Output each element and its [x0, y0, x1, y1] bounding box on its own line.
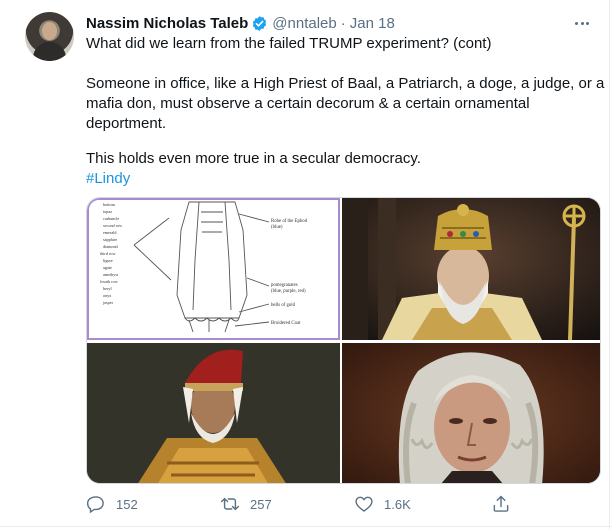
diagram-list-item: onyx [103, 293, 112, 298]
share-button[interactable] [491, 492, 521, 516]
author-handle[interactable]: @nntaleb [272, 15, 336, 32]
tweet-text-line: This holds even more true in a secular d… [86, 150, 421, 167]
diagram-list-item: topaz [103, 209, 112, 214]
tweet-date[interactable]: Jan 18 [350, 15, 395, 32]
diagram-label-ephod-note: (blue) [271, 225, 283, 230]
divider [609, 0, 610, 529]
diagram-list-item: emerald [103, 230, 117, 235]
diagram-list-item: agate [103, 265, 112, 270]
tweet-actions: 152 257 1.6K [86, 492, 601, 516]
like-count: 1.6K [384, 496, 411, 512]
like-button[interactable]: 1.6K [354, 492, 411, 516]
reply-count: 152 [116, 496, 138, 512]
tweet-header: Nassim Nicholas Taleb @nntaleb · Jan 18 [86, 12, 395, 34]
share-icon [493, 495, 509, 512]
doge-portrait-photo[interactable] [87, 343, 340, 483]
diagram-list-item: amethyst [103, 272, 119, 277]
diagram-list-item: carbuncle [103, 216, 119, 221]
diagram-list-item: jasper [102, 300, 114, 305]
tweet-text-line: deportment. [86, 115, 167, 132]
diagram-list-item: second row [103, 223, 122, 228]
retweet-count: 257 [250, 496, 272, 512]
verified-badge-icon [253, 15, 267, 31]
patriarch-photo[interactable] [342, 198, 600, 340]
diagram-list-item: sapphire [103, 237, 117, 242]
media-grid: bottom topaz carbuncle second row emeral… [86, 197, 601, 484]
retweet-icon [220, 497, 240, 511]
diagram-label-ephod: Robe of the Ephod [271, 219, 308, 224]
judge-portrait-photo[interactable] [342, 343, 600, 483]
avatar[interactable] [25, 12, 74, 61]
author-name[interactable]: Nassim Nicholas Taleb [86, 15, 248, 32]
tweet-text-line: Someone in office, like a High Priest of… [86, 75, 605, 92]
separator-dot: · [340, 14, 346, 32]
diagram-list-item: bottom [103, 202, 116, 207]
reply-button[interactable]: 152 [86, 492, 138, 516]
more-icon[interactable] [570, 12, 594, 34]
diagram-list-item: fourth row [100, 279, 118, 284]
reply-icon [86, 496, 104, 514]
tweet-text-line: What did we learn from the failed TRUMP … [86, 35, 492, 52]
tweet-text-line: mafia don, must observe a certain decoru… [86, 95, 530, 112]
divider [0, 526, 612, 527]
diagram-list-item: third row [100, 251, 115, 256]
diagram-label-bells: bells of gold [271, 303, 296, 308]
diagram-list-item: diamond [103, 244, 119, 249]
retweet-button[interactable]: 257 [220, 492, 272, 516]
diagram-list-item: beryl [103, 286, 112, 291]
tweet-card[interactable]: Nassim Nicholas Taleb @nntaleb · Jan 18 … [0, 0, 612, 529]
diagram-label-pomegranates-note: (blue, purple, red) [271, 289, 306, 294]
diagram-label-pomegranates: pomegranates [271, 283, 298, 288]
like-icon [355, 496, 373, 512]
vestment-diagram-image[interactable]: bottom topaz carbuncle second row emeral… [87, 198, 340, 340]
diagram-label-coat: Broidered Coat [271, 321, 301, 326]
hashtag-link[interactable]: #Lindy [86, 169, 601, 189]
diagram-list-item: ligure [103, 258, 113, 263]
